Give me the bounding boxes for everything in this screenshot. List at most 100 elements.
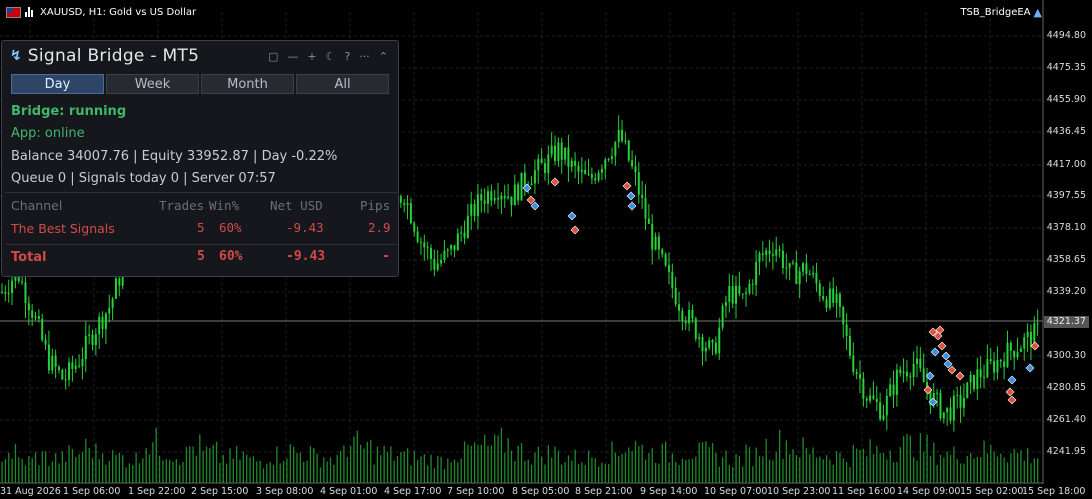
time-tick-label: 4 Sep 01:00 (320, 486, 378, 497)
tab-day[interactable]: Day (11, 74, 104, 94)
volume-bar (168, 460, 171, 483)
expert-advisor-label[interactable]: TSB_BridgeEA ▲ (960, 6, 1042, 19)
volume-bar (1020, 450, 1022, 483)
panel-header[interactable]: ↯ Signal Bridge - MT5 ▢ — + ☾ ? ··· ⌃ (2, 41, 398, 71)
row-win: 60% (219, 220, 242, 235)
time-tick-label: 31 Aug 2026 (0, 486, 61, 497)
minimize-icon[interactable]: — (287, 50, 298, 63)
volume-bar (128, 463, 131, 483)
volume-bar (349, 445, 352, 483)
volume-bar (614, 452, 617, 483)
buy-marker-icon (626, 191, 636, 201)
price-tick-label: 4494.80 (1046, 30, 1086, 41)
volume-bar (587, 450, 590, 483)
candle-body (989, 359, 992, 362)
volume-bar (527, 459, 529, 483)
volume-bar (624, 452, 627, 483)
volume-bar (44, 451, 47, 483)
tab-week[interactable]: Week (106, 74, 199, 94)
candle-body (617, 129, 620, 143)
candle-body (798, 271, 801, 284)
volume-bar (276, 446, 278, 483)
candle-body (671, 271, 674, 289)
volume-bar (658, 463, 660, 483)
buy-marker-icon (941, 351, 951, 361)
volume-bar (768, 459, 771, 483)
volume-bar (1037, 458, 1039, 483)
candle-body (24, 282, 27, 304)
candle-body (718, 327, 721, 354)
candle-body (513, 184, 516, 206)
volume-bar (661, 443, 663, 483)
volume-bar (202, 450, 204, 483)
candle-body (550, 145, 553, 155)
candle-body (114, 278, 117, 299)
volume-bar (360, 444, 362, 483)
plus-icon[interactable]: + (307, 50, 316, 63)
volume-bar (775, 451, 777, 483)
collapse-icon[interactable]: ⌃ (379, 50, 388, 63)
candle-body (537, 158, 540, 171)
candle-body (500, 195, 503, 200)
candle-body (497, 197, 500, 200)
volume-bar (58, 463, 60, 483)
volume-bar (292, 446, 295, 483)
candle-body (557, 142, 560, 161)
volume-bar (376, 446, 379, 483)
volume-bar (721, 457, 724, 483)
candle-body (701, 337, 704, 352)
volume-bar (876, 445, 878, 483)
candle-body (892, 384, 895, 395)
volume-bar (383, 445, 385, 483)
volume-bar (98, 459, 100, 483)
candle-body (751, 283, 754, 285)
candle-body (624, 140, 627, 142)
signal-bridge-panel[interactable]: ↯ Signal Bridge - MT5 ▢ — + ☾ ? ··· ⌃ Da… (1, 40, 399, 277)
candle-body (577, 165, 580, 172)
row-net: -9.43 (286, 220, 324, 235)
screen-icon[interactable]: ▢ (268, 50, 278, 63)
volume-bar (591, 457, 593, 483)
volume-bar (665, 441, 667, 483)
volume-bar (762, 456, 764, 483)
sell-marker-icon (1005, 387, 1015, 397)
volume-bar (1033, 458, 1035, 483)
volume-bar (829, 459, 831, 483)
volume-bar (772, 460, 774, 483)
volume-bar (55, 453, 57, 483)
volume-bar (148, 454, 151, 483)
ea-name: TSB_BridgeEA (960, 7, 1031, 18)
volume-bar (380, 455, 382, 483)
volume-bar (484, 434, 486, 483)
tab-month[interactable]: Month (201, 74, 294, 94)
moon-icon[interactable]: ☾ (326, 50, 336, 63)
more-icon[interactable]: ··· (359, 50, 370, 63)
volume-bar (430, 454, 432, 483)
candle-body (614, 142, 617, 157)
volume-bar (728, 464, 730, 483)
candle-body (795, 262, 798, 284)
candle-body (470, 203, 473, 216)
volume-bar (738, 455, 741, 483)
volume-bar (229, 448, 231, 483)
volume-bar (705, 441, 707, 483)
volume-bar (1003, 457, 1005, 483)
volume-bar (1006, 462, 1009, 483)
volume-bar (195, 455, 198, 483)
volume-bar (839, 452, 841, 483)
candle-body (808, 274, 811, 276)
candle-body (674, 288, 677, 305)
tab-all[interactable]: All (296, 74, 389, 94)
volume-bar (316, 453, 318, 483)
volume-bar (88, 447, 90, 483)
volume-bar (179, 464, 181, 483)
help-icon[interactable]: ? (344, 50, 350, 63)
time-tick-label: 4 Sep 17:00 (384, 486, 442, 497)
volume-bar (949, 454, 952, 483)
volume-bar (879, 452, 881, 483)
candle-body (855, 371, 858, 375)
volume-bar (1023, 460, 1025, 483)
volume-bar (450, 462, 452, 483)
buy-marker-icon (1025, 363, 1035, 373)
volume-bar (544, 464, 546, 483)
